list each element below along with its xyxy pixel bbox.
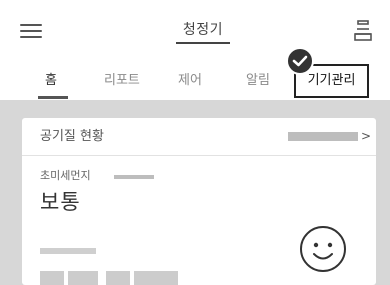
tab-report[interactable]: 리포트 (104, 72, 140, 90)
detail-placeholder (106, 271, 130, 285)
chevron-right-icon[interactable]: > (361, 127, 371, 145)
active-tab-indicator (38, 96, 68, 99)
fine-dust-label: 초미세먼지 (40, 169, 91, 182)
tab-device-manage-label[interactable]: 기기관리 (297, 73, 366, 89)
smiley-face-icon (300, 226, 346, 272)
tab-control[interactable]: 제어 (178, 72, 202, 90)
tab-home[interactable]: 홈 (45, 72, 57, 90)
air-quality-card[interactable]: 공기질 현황 > 초미세먼지 보통 (22, 118, 376, 285)
card-header-placeholder (288, 132, 358, 141)
device-list-icon[interactable] (354, 20, 372, 42)
check-badge (286, 47, 314, 75)
app-header: 청정기 (0, 0, 390, 54)
check-icon (292, 55, 308, 67)
detail-placeholder (134, 271, 178, 285)
fine-dust-status: 보통 (40, 190, 81, 214)
app-screen: 청정기 홈 리포트 제어 알림 기기관리 공기질 현황 > 초미세먼지 보통 (0, 0, 390, 285)
fine-dust-value-placeholder (114, 175, 154, 179)
tab-alarm[interactable]: 알림 (246, 72, 270, 90)
hamburger-menu-icon[interactable] (20, 24, 42, 38)
page-title: 청정기 (182, 22, 224, 38)
card-header[interactable]: 공기질 현황 > (22, 118, 376, 156)
title-underline (176, 42, 230, 44)
status-bar-placeholder (40, 248, 96, 254)
detail-placeholder (40, 271, 64, 285)
card-title: 공기질 현황 (40, 129, 104, 144)
detail-placeholder (68, 271, 98, 285)
